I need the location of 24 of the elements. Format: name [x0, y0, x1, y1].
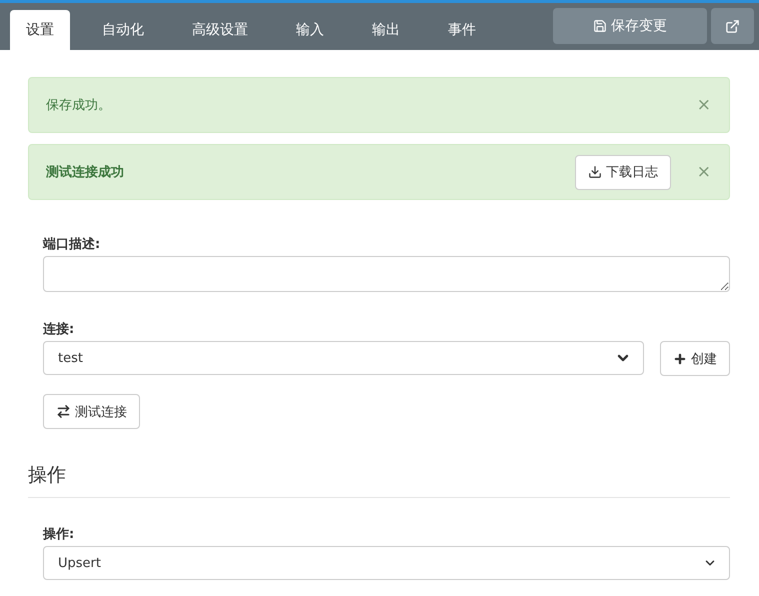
section-heading: 操作: [28, 462, 730, 498]
tab[interactable]: 自动化: [78, 10, 168, 50]
save-button[interactable]: 保存变更: [553, 8, 707, 44]
tab[interactable]: 输出: [348, 10, 424, 50]
connection-select[interactable]: test: [43, 341, 644, 375]
plus-icon: [673, 352, 687, 366]
swap-arrows-icon: [56, 404, 71, 419]
create-button[interactable]: 创建: [660, 341, 730, 376]
external-link-icon: [725, 18, 740, 34]
download-log-button[interactable]: 下载日志: [574, 154, 671, 190]
tab[interactable]: 高级设置: [168, 10, 272, 50]
tab[interactable]: 设置: [10, 10, 70, 50]
field-label: 连接:: [43, 320, 76, 338]
download-icon: [588, 165, 602, 179]
alert-message: 保存成功。: [46, 97, 112, 114]
test-connection-button[interactable]: 测试连接: [43, 394, 140, 429]
field-label: 端口描述:: [43, 236, 102, 253]
tab[interactable]: 事件: [424, 10, 500, 50]
tab[interactable]: 输入: [272, 10, 348, 50]
alert-message: 测试连接成功: [46, 164, 125, 181]
operation-select[interactable]: Upsert: [43, 546, 730, 580]
description-field[interactable]: [43, 256, 730, 292]
open-external-button[interactable]: [711, 8, 754, 44]
field-label: 操作:: [43, 526, 76, 543]
